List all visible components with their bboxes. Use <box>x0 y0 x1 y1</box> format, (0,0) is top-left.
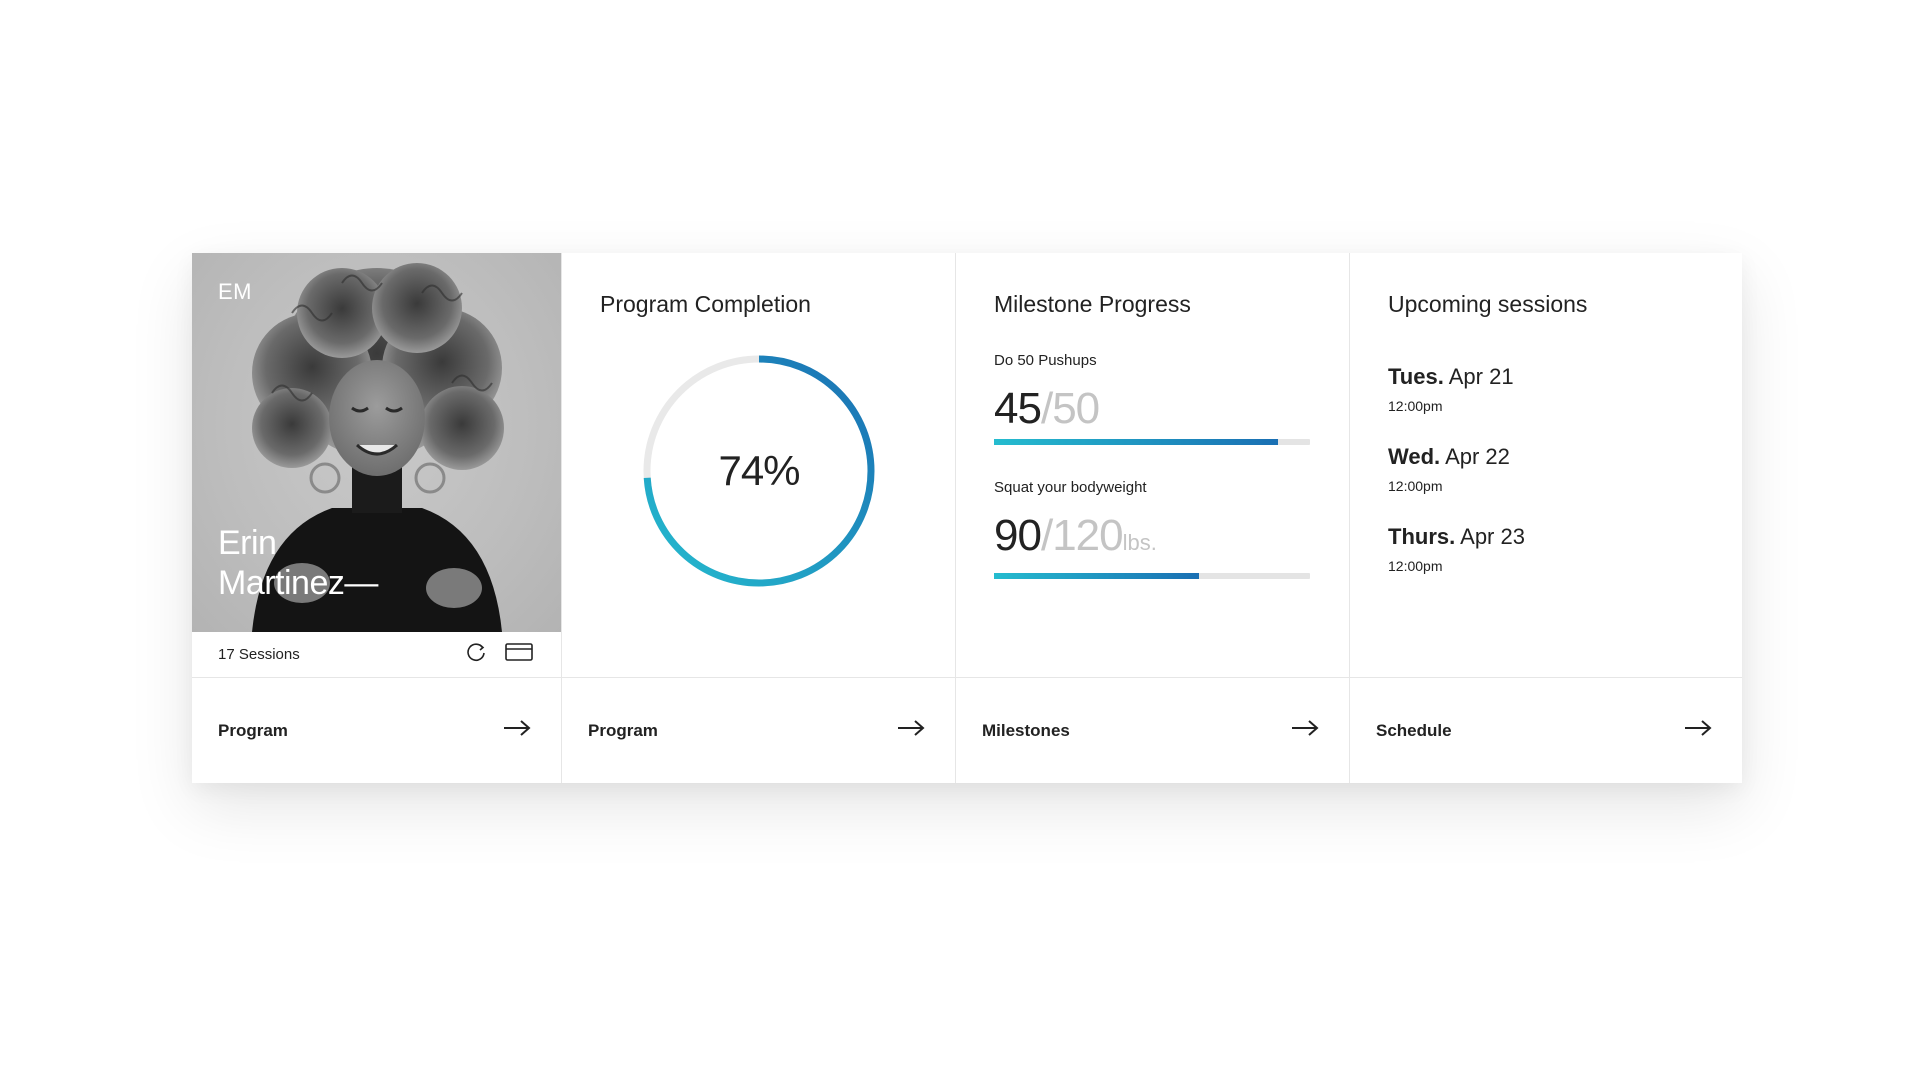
session-time: 12:00pm <box>1388 398 1443 414</box>
dashboard-card: EM Erin Martinez— 17 Sessions Program Co… <box>192 253 1742 783</box>
session-time: 12:00pm <box>1388 478 1443 494</box>
milestone-progress-panel: Milestone Progress Do 50 Pushups 45/50 S… <box>955 253 1349 677</box>
session-day: Tues. <box>1388 364 1444 389</box>
upcoming-sessions-panel: Upcoming sessions Tues. Apr 21 12:00pm W… <box>1349 253 1742 677</box>
session-date: Wed. Apr 22 <box>1388 444 1704 470</box>
profile-last-name: Martinez— <box>218 564 378 602</box>
session-date-text: Apr 23 <box>1460 524 1525 549</box>
milestone-unit: lbs. <box>1122 530 1157 555</box>
session-item[interactable]: Thurs. Apr 23 12:00pm <box>1350 524 1742 574</box>
session-item[interactable]: Wed. Apr 22 12:00pm <box>1350 444 1742 494</box>
profile-first-name: Erin <box>218 524 277 562</box>
milestone-current: 90 <box>994 511 1042 560</box>
milestone-progress-fill <box>994 439 1279 445</box>
milestone-value: 90/120lbs. <box>994 514 1311 565</box>
milestone-progress-fill <box>994 573 1200 579</box>
session-day: Wed. <box>1388 444 1441 469</box>
milestone-item: Do 50 Pushups 45/50 <box>956 352 1349 445</box>
session-icons <box>465 641 533 668</box>
program-completion-panel: Program Completion 74% <box>561 253 955 677</box>
milestone-target: 120 <box>1052 511 1123 560</box>
profile-initials: EM <box>218 279 252 304</box>
arrow-right-icon[interactable] <box>897 719 925 742</box>
profile-name: Erin Martinez— <box>218 523 378 603</box>
program-link[interactable]: Program <box>192 678 561 783</box>
program-link[interactable]: Program <box>561 678 955 783</box>
milestone-current: 45 <box>994 384 1042 433</box>
session-date-text: Apr 21 <box>1448 364 1514 389</box>
session-date: Thurs. Apr 23 <box>1388 524 1704 550</box>
upcoming-sessions-title: Upcoming sessions <box>1388 291 1588 317</box>
arrow-right-icon[interactable] <box>1291 719 1319 742</box>
profile-photo: EM Erin Martinez— <box>192 253 561 632</box>
program-link-label: Program <box>588 720 658 740</box>
schedule-link-label: Schedule <box>1376 720 1452 740</box>
milestone-separator: / <box>1040 511 1053 560</box>
completion-donut: 74% <box>634 346 884 596</box>
program-completion-title: Program Completion <box>600 291 811 317</box>
milestone-label: Squat your bodyweight <box>994 479 1147 496</box>
session-date-text: Apr 22 <box>1445 444 1510 469</box>
schedule-link[interactable]: Schedule <box>1349 678 1742 783</box>
sessions-bar: 17 Sessions <box>192 632 561 677</box>
milestones-link-label: Milestones <box>982 720 1070 740</box>
refresh-icon[interactable] <box>465 641 487 668</box>
dashboard-top-row: EM Erin Martinez— 17 Sessions Program Co… <box>192 253 1742 677</box>
milestone-separator: / <box>1040 384 1053 433</box>
milestone-progress-title: Milestone Progress <box>994 291 1191 317</box>
session-date: Tues. Apr 21 <box>1388 364 1704 390</box>
milestone-progress-bar <box>994 439 1310 445</box>
session-time: 12:00pm <box>1388 558 1443 574</box>
milestone-progress-bar <box>994 573 1310 579</box>
milestone-target: 50 <box>1052 384 1100 433</box>
sessions-count: 17 Sessions <box>218 646 300 663</box>
session-item[interactable]: Tues. Apr 21 12:00pm <box>1350 364 1742 414</box>
completion-percent: 74% <box>718 447 800 494</box>
milestone-item: Squat your bodyweight 90/120lbs. <box>956 479 1349 579</box>
dashboard-link-row: Program Program Milestones Schedule <box>192 677 1742 783</box>
program-link-label: Program <box>218 720 288 740</box>
arrow-right-icon[interactable] <box>503 719 531 742</box>
profile-panel: EM Erin Martinez— 17 Sessions <box>192 253 561 677</box>
milestone-value: 45/50 <box>994 387 1311 431</box>
milestones-link[interactable]: Milestones <box>955 678 1349 783</box>
milestone-label: Do 50 Pushups <box>994 352 1097 369</box>
arrow-right-icon[interactable] <box>1684 719 1712 742</box>
session-day: Thurs. <box>1388 524 1456 549</box>
card-icon[interactable] <box>505 642 533 667</box>
